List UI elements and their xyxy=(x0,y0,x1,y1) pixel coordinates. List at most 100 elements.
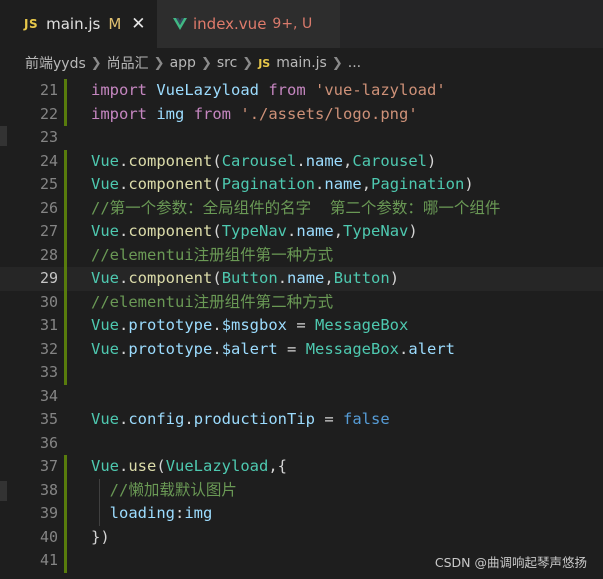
git-change-bar xyxy=(64,79,67,126)
tab-main-js[interactable]: JS main.js M ✕ xyxy=(0,0,157,48)
code-editor[interactable]: 21 import VueLazyload from 'vue-lazyload'… xyxy=(0,78,603,579)
code-text: loading:img xyxy=(91,502,213,526)
code-token: . xyxy=(119,175,129,193)
code-token: . xyxy=(399,339,409,358)
line-number: 38 xyxy=(39,480,58,499)
tab-index-vue[interactable]: index.vue 9+, U xyxy=(157,0,340,48)
code-line[interactable]: 34 xyxy=(0,385,603,409)
code-line[interactable]: 28 //elementui注册组件第一种方式 xyxy=(0,244,603,268)
code-line[interactable]: 23 xyxy=(0,126,603,150)
code-token: TypeNav xyxy=(343,222,409,240)
git-change-bar xyxy=(64,455,67,573)
code-line[interactable]: 29 Vue.component(Button.name,Button) xyxy=(0,267,603,291)
code-line[interactable]: 30 //elementui注册组件第二种方式 xyxy=(0,291,603,315)
chevron-right-icon: ❯ xyxy=(153,55,165,71)
code-token: . xyxy=(119,151,129,170)
code-token: false xyxy=(343,410,390,428)
code-text: Vue.prototype.$alert = MessageBox.alert xyxy=(91,338,455,362)
code-line[interactable]: 25 Vue.component(Pagination.name,Paginati… xyxy=(0,173,603,197)
tab-label: index.vue xyxy=(193,15,267,33)
code-token: $alert xyxy=(221,339,278,358)
code-line[interactable]: 33 xyxy=(0,361,603,385)
line-number: 31 xyxy=(39,316,58,334)
code-token: Carousel xyxy=(221,151,297,170)
line-number: 39 xyxy=(39,504,58,522)
code-token: . xyxy=(315,175,325,193)
code-token: Button xyxy=(221,269,278,287)
code-token: $msgbox xyxy=(221,316,288,334)
code-token: //第一个参数：全局组件的名字 第二个参数：哪一个组件 xyxy=(91,198,501,217)
code-token: . xyxy=(212,339,222,358)
code-token: Vue xyxy=(91,222,119,240)
breadcrumb-symbol[interactable]: ... xyxy=(348,55,361,71)
breadcrumb-item[interactable]: 尚品汇 xyxy=(107,53,149,73)
code-token: alert xyxy=(408,339,456,358)
code-text: Vue.prototype.$msgbox = MessageBox xyxy=(91,314,408,338)
minimap-mark xyxy=(0,126,7,146)
chevron-right-icon: ❯ xyxy=(200,55,212,71)
code-line[interactable]: 35 Vue.config.productionTip = false xyxy=(0,408,603,432)
code-token: loading xyxy=(109,504,175,522)
code-text: Vue.component(Button.name,Button) xyxy=(91,267,399,291)
code-line[interactable]: 24 Vue.component(Carousel.name,Carousel) xyxy=(0,150,603,174)
code-text: import VueLazyload from 'vue-lazyload' xyxy=(91,79,446,103)
code-token: Pagination xyxy=(221,175,316,193)
code-text: Vue.component(Pagination.name,Pagination… xyxy=(91,173,474,197)
code-token: img xyxy=(156,104,185,123)
code-token: , xyxy=(343,151,353,170)
code-token: }) xyxy=(91,527,110,546)
breadcrumb: 前端yyds ❯ 尚品汇 ❯ app ❯ src ❯ JS main.js ❯ … xyxy=(0,48,603,78)
code-token: name xyxy=(305,151,344,170)
code-line[interactable]: 36 xyxy=(0,432,603,456)
line-number: 32 xyxy=(39,339,58,358)
code-token: Button xyxy=(333,269,390,287)
code-token: name xyxy=(296,222,334,240)
close-icon[interactable]: ✕ xyxy=(131,14,145,34)
line-number: 40 xyxy=(39,527,58,546)
code-line[interactable]: 22 import img from './assets/logo.png' xyxy=(0,103,603,127)
code-token: . xyxy=(119,269,129,287)
code-line[interactable]: 32 Vue.prototype.$alert = MessageBox.aler… xyxy=(0,338,603,362)
code-line[interactable]: 40}) xyxy=(0,526,603,550)
code-line[interactable]: 27 Vue.component(TypeNav.name,TypeNav) xyxy=(0,220,603,244)
code-token: //懒加载默认图片 xyxy=(109,480,237,499)
tab-label: main.js xyxy=(46,15,101,33)
code-token: ) xyxy=(427,151,437,170)
code-token: ) xyxy=(408,222,418,240)
line-number: 28 xyxy=(39,245,58,264)
modified-badge: M xyxy=(108,15,122,33)
line-number: 33 xyxy=(39,363,58,381)
chevron-right-icon: ❯ xyxy=(331,55,343,71)
line-number: 34 xyxy=(39,386,58,405)
code-line[interactable]: 26 //第一个参数：全局组件的名字 第二个参数：哪一个组件 xyxy=(0,197,603,221)
code-line[interactable]: 37 Vue.use(VueLazyload,{ xyxy=(0,455,603,479)
code-token: prototype xyxy=(128,316,213,334)
code-token: Vue xyxy=(91,269,119,287)
watermark: CSDN @曲调响起琴声悠扬 xyxy=(434,555,587,570)
vue-file-icon xyxy=(173,18,187,30)
breadcrumb-item[interactable]: app xyxy=(170,55,196,71)
code-token: name xyxy=(324,175,362,193)
code-line[interactable]: 21 import VueLazyload from 'vue-lazyload' xyxy=(0,79,603,103)
code-token: ,{ xyxy=(268,457,288,475)
code-token: 'vue-lazyload' xyxy=(315,81,446,99)
breadcrumb-item[interactable]: 前端yyds xyxy=(25,53,86,73)
code-text: //elementui注册组件第一种方式 xyxy=(91,244,333,268)
breadcrumb-file[interactable]: main.js xyxy=(276,55,327,71)
code-token: MessageBox xyxy=(315,316,409,334)
line-number: 30 xyxy=(39,292,58,311)
code-token: ( xyxy=(212,151,222,170)
code-text: Vue.component(Carousel.name,Carousel) xyxy=(91,150,436,174)
code-line[interactable]: 38 //懒加载默认图片 xyxy=(0,479,603,503)
code-token: . xyxy=(287,222,297,240)
code-token: component xyxy=(128,269,213,287)
line-number: 35 xyxy=(39,410,58,428)
code-line[interactable]: 39 loading:img xyxy=(0,502,603,526)
code-line[interactable]: 31 Vue.prototype.$msgbox = MessageBox xyxy=(0,314,603,338)
breadcrumb-item[interactable]: src xyxy=(217,55,237,71)
code-token: ( xyxy=(212,269,222,287)
